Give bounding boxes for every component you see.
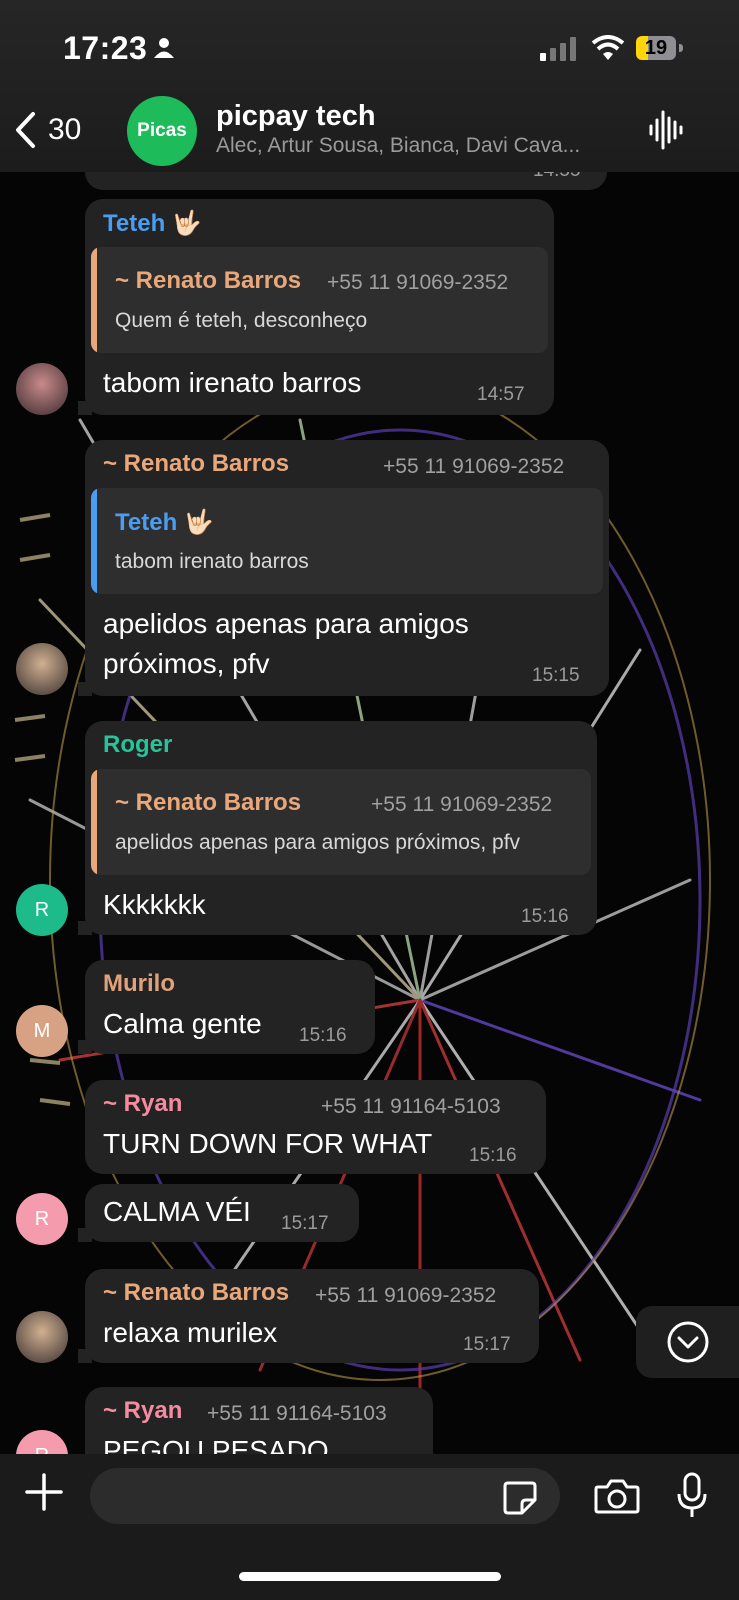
sticker-icon[interactable] (502, 1480, 538, 1516)
quote-bar (91, 769, 97, 875)
message-sender: ~ Ryan (103, 1397, 183, 1424)
quoted-message[interactable]: ~ Renato Barros +55 11 91069-2352 Quem é… (91, 247, 548, 353)
avatar-letter: R (34, 1207, 50, 1230)
sender-phone: +55 11 91069-2352 (383, 455, 565, 478)
message-bubble[interactable]: Roger ~ Renato Barros +55 11 91069-2352 … (85, 721, 597, 935)
message-sender: ~ Renato Barros (103, 1279, 290, 1306)
message-input[interactable] (90, 1468, 560, 1524)
quote-sender: ~ Renato Barros (115, 789, 302, 816)
sender-phone: +55 11 91069-2352 (315, 1284, 497, 1307)
message-time: 15:16 (521, 906, 569, 927)
message-text-line2: próximos, pfv (103, 648, 270, 679)
avatar-renato[interactable] (16, 1311, 68, 1363)
avatar-letter: R (34, 898, 50, 921)
message-sender: ~ Renato Barros (103, 450, 290, 477)
battery-level: 19 (636, 36, 676, 60)
avatar-roger[interactable]: R (16, 884, 68, 936)
message-text: TURN DOWN FOR WHAT (103, 1128, 433, 1159)
message-time: 15:17 (281, 1213, 329, 1234)
message-text: Calma gente (103, 1008, 262, 1039)
quote-sender: Teteh 🤟🏻 (115, 509, 214, 536)
group-members[interactable]: Alec, Artur Sousa, Bianca, Davi Cava... (216, 134, 626, 158)
message-bubble[interactable]: ~ Renato Barros +55 11 91069-2352 relaxa… (85, 1269, 539, 1363)
message-time: 15:15 (532, 665, 580, 686)
avatar-letter: M (33, 1019, 51, 1042)
message-bubble[interactable]: Murilo Calma gente 15:16 (85, 960, 375, 1054)
back-button[interactable]: 30 (14, 108, 104, 152)
message-time: 15:17 (463, 1334, 511, 1355)
unread-count: 30 (48, 113, 82, 146)
message-sender: Teteh 🤟🏻 (103, 210, 202, 237)
camera-icon[interactable] (594, 1478, 640, 1514)
message-bubble[interactable]: Teteh 🤟🏻 ~ Renato Barros +55 11 91069-23… (85, 199, 554, 415)
quote-bar (91, 247, 97, 353)
message-sender: Murilo (103, 970, 175, 997)
avatar-teteh[interactable] (16, 363, 68, 415)
group-title[interactable]: picpay tech (216, 100, 376, 133)
group-avatar[interactable]: Picas (127, 96, 197, 166)
back-chevron-icon (16, 112, 35, 148)
audio-wave-icon[interactable] (648, 108, 684, 152)
quoted-message[interactable]: ~ Renato Barros +55 11 91069-2352 apelid… (91, 769, 591, 875)
message-text: CALMA VÉI (103, 1196, 251, 1227)
message-text: Kkkkkkk (103, 889, 206, 920)
quote-text: apelidos apenas para amigos próximos, pf… (115, 831, 521, 854)
message-bubble[interactable]: ~ Renato Barros +55 11 91069-2352 Teteh … (85, 440, 609, 696)
scroll-to-bottom-button[interactable] (636, 1306, 739, 1378)
message-sender: Roger (103, 731, 173, 758)
quote-text: tabom irenato barros (115, 550, 309, 573)
sender-phone: +55 11 91164-5103 (207, 1402, 387, 1425)
quoted-message[interactable]: Teteh 🤟🏻 tabom irenato barros (91, 488, 603, 594)
message-text: relaxa murilex (103, 1317, 278, 1348)
quote-sender: ~ Renato Barros (115, 267, 302, 294)
wifi-icon (591, 35, 625, 60)
avatar-murilo[interactable]: M (16, 1005, 68, 1057)
chevron-down-icon (667, 1321, 708, 1363)
battery-cap (679, 44, 683, 52)
message-bubble[interactable]: CALMA VÉI 15:17 (85, 1184, 359, 1242)
message-time: 14:57 (477, 384, 525, 405)
home-indicator (239, 1572, 501, 1581)
microphone-icon[interactable] (676, 1472, 708, 1520)
sender-phone: +55 11 91164-5103 (321, 1095, 501, 1118)
message-text: tabom irenato barros (103, 367, 362, 398)
message-bubble[interactable]: ~ Ryan +55 11 91164-5103 TURN DOWN FOR W… (85, 1080, 546, 1174)
quote-phone: +55 11 91069-2352 (371, 793, 553, 816)
avatar-renato[interactable] (16, 643, 68, 695)
quote-text: Quem é teteh, desconheço (115, 309, 368, 332)
plus-icon[interactable] (24, 1472, 64, 1512)
quote-bar (91, 488, 97, 594)
quote-phone: +55 11 91069-2352 (327, 271, 509, 294)
input-bar (0, 1454, 739, 1600)
message-time: 15:16 (299, 1025, 347, 1046)
message-sender: ~ Ryan (103, 1090, 183, 1117)
signal-icon (540, 37, 576, 61)
message-text-line1: apelidos apenas para amigos (103, 608, 469, 639)
person-icon (154, 38, 174, 58)
avatar-ryan[interactable]: R (16, 1193, 68, 1245)
top-bar: 17:23 19 30 Picas picpay tech Alec, Artu… (0, 0, 739, 172)
message-time: 15:16 (469, 1145, 517, 1166)
group-avatar-text: Picas (137, 120, 187, 141)
status-time: 17:23 (63, 30, 148, 66)
